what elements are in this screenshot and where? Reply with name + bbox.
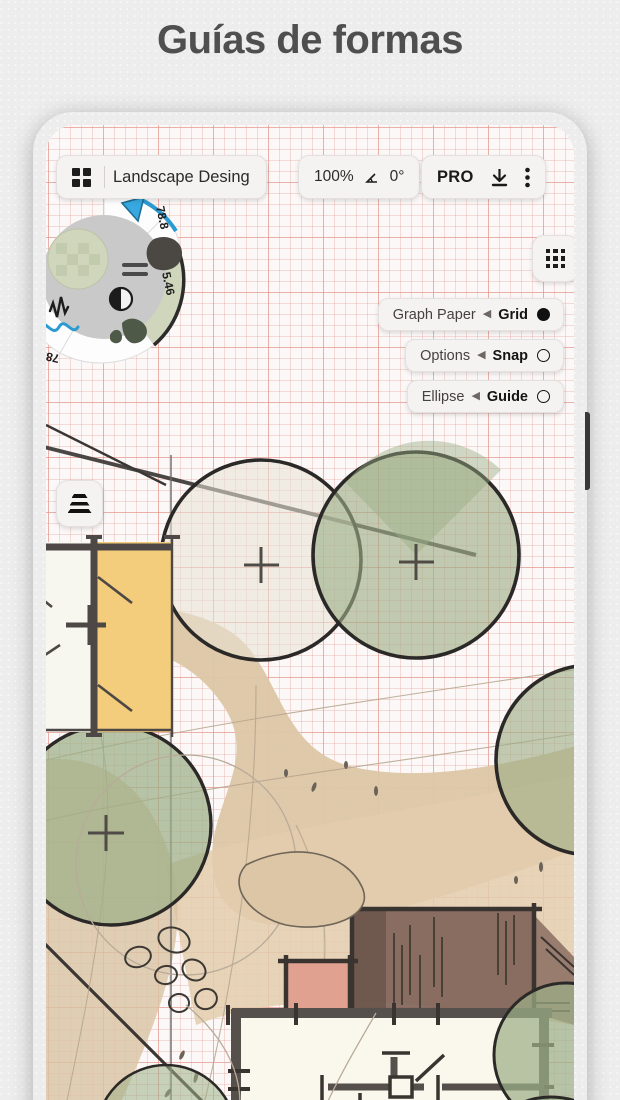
option-row-graph-paper[interactable]: Graph Paper ◀ Grid (377, 298, 564, 331)
chevron-left-icon[interactable]: ◀ (471, 389, 479, 402)
download-icon[interactable] (489, 167, 510, 188)
pro-badge[interactable]: PRO (437, 168, 474, 187)
layers-icon[interactable] (56, 480, 103, 527)
angle-icon (364, 173, 377, 183)
document-title[interactable]: Landscape Desing (113, 168, 262, 187)
grid-3x3-icon[interactable] (532, 235, 574, 282)
option-radio-selected[interactable] (537, 308, 550, 321)
phone-mockup: 78.8 5.46 78.8 Landscape Desing 100% 0° (33, 112, 590, 1100)
sketch-line-a (46, 423, 167, 487)
grid-2x2-icon[interactable] (61, 157, 101, 197)
option-value: Grid (498, 306, 528, 323)
room-fill-left (46, 542, 94, 732)
zoom-level-value[interactable]: 100% (314, 168, 354, 186)
chevron-left-icon[interactable]: ◀ (477, 348, 485, 361)
radial-tool-wheel[interactable]: 78.8 5.46 78.8 (46, 177, 204, 377)
option-row-ellipse[interactable]: Ellipse ◀ Guide (406, 380, 564, 413)
document-toolbar: Landscape Desing (56, 155, 267, 199)
deck-fill-yellow (94, 542, 172, 732)
roof-edge-strip (354, 907, 386, 1013)
contrast-icon[interactable] (108, 286, 134, 312)
option-name: Ellipse (421, 388, 465, 405)
toolbar-divider (104, 166, 105, 188)
option-name: Graph Paper (392, 306, 476, 323)
option-radio[interactable] (537, 349, 550, 362)
promo-page: Guías de formas 78.8 5.46 78.8 Landscape… (0, 0, 620, 1100)
option-value: Snap (492, 347, 528, 364)
option-radio[interactable] (537, 390, 550, 403)
angle-value[interactable]: 0° (390, 168, 405, 186)
option-value: Guide (486, 388, 528, 405)
more-vertical-icon[interactable] (524, 167, 530, 188)
option-name: Options (420, 347, 471, 364)
account-toolbar: PRO (421, 155, 546, 199)
zoom-angle-toolbar[interactable]: 100% 0° (298, 155, 421, 199)
chevron-left-icon[interactable]: ◀ (483, 307, 491, 320)
ink-blob-icon[interactable] (146, 236, 182, 271)
phone-screen: 78.8 5.46 78.8 Landscape Desing 100% 0° (46, 125, 574, 1100)
option-row-options[interactable]: Options ◀ Snap (405, 339, 564, 372)
page-title: Guías de formas (157, 18, 463, 62)
phone-side-button[interactable] (585, 412, 590, 490)
